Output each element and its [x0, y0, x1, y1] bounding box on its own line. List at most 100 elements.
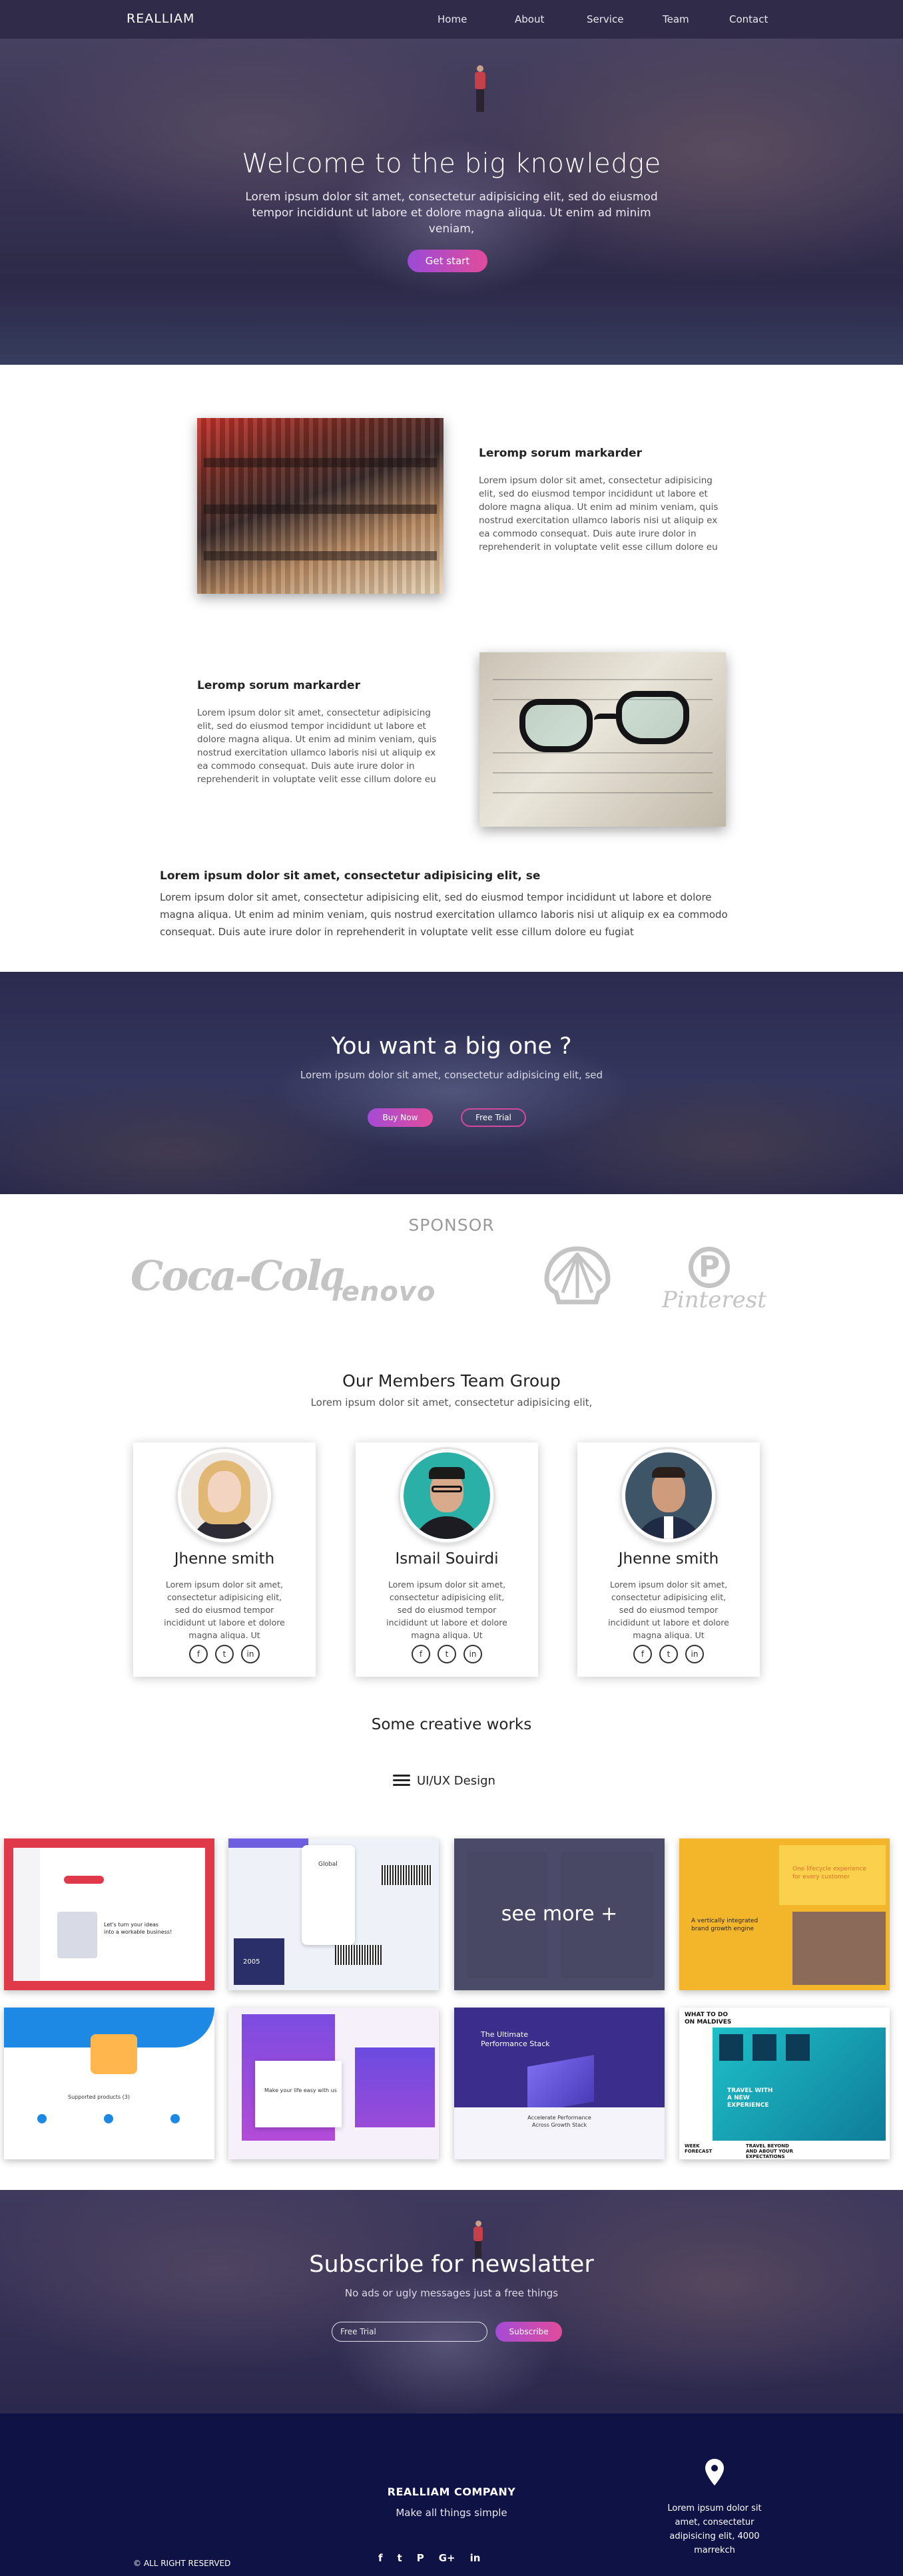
avatar	[178, 1449, 271, 1542]
feature-2-heading: Leromp sorum markarder	[197, 679, 360, 692]
tile-text: WHAT TO DO	[685, 2012, 729, 2018]
hero-section: Welcome to the big knowledge Lorem ipsum…	[0, 39, 903, 365]
copyright-text: © ALL RIGHT RESERVED	[133, 2559, 231, 2568]
linkedin-icon[interactable]: in	[685, 1645, 704, 1663]
newsletter-section: Subscribe for newslatter No ads or ugly …	[0, 2190, 903, 2414]
work-tile[interactable]: One lifecycle experience for every custo…	[679, 1838, 890, 1990]
member-bio: Lorem ipsum dolor sit amet, consectetur …	[608, 1580, 729, 1640]
work-tile[interactable]: Global 2005	[228, 1838, 439, 1990]
works-filter[interactable]: UI/UX Design	[393, 1773, 495, 1789]
linkedin-icon[interactable]: in	[470, 2552, 481, 2564]
tile-text: brand growth engine	[691, 1926, 754, 1932]
member-socials: f t in	[577, 1645, 760, 1663]
tile-text: for every customer	[792, 1874, 850, 1880]
tile-text: Make your life easy with us	[264, 2087, 337, 2093]
tile-text: A NEW	[727, 2095, 750, 2101]
linkedin-icon[interactable]: in	[241, 1645, 260, 1663]
hero-title: Welcome to the big knowledge	[242, 148, 661, 179]
tile-text: EXPECTATIONS	[746, 2154, 785, 2159]
avatar	[622, 1449, 715, 1542]
tile-text: The Ultimate	[481, 2030, 528, 2039]
nav-link-about[interactable]: About	[515, 13, 544, 25]
avatar	[400, 1449, 493, 1542]
team-card: Jhenne smith Lorem ipsum dolor sit amet,…	[577, 1442, 760, 1677]
sponsor-heading: SPONSOR	[408, 1215, 495, 1235]
footer-socials: f t P G+ in	[378, 2552, 480, 2564]
works-filter-label[interactable]: UI/UX Design	[417, 1774, 495, 1788]
facebook-icon[interactable]: f	[633, 1645, 652, 1663]
pinterest-icon[interactable]: P	[417, 2552, 424, 2564]
footer: REALLIAM COMPANY Make all things simple …	[0, 2414, 903, 2576]
feature-2-text: Lorem ipsum dolor sit amet, consectetur …	[197, 708, 437, 785]
top-navbar: REALLIAM Home About Service Team Contact	[0, 0, 903, 39]
tile-text: Performance Stack	[481, 2039, 550, 2048]
tile-text: EXPERIENCE	[727, 2102, 769, 2109]
lenovo-logo: lenovo	[332, 1277, 436, 1307]
linkedin-icon[interactable]: in	[463, 1645, 482, 1663]
work-tile[interactable]: WHAT TO DO ON MALDIVES TRAVEL WITH A NEW…	[679, 2008, 890, 2159]
buy-now-button[interactable]: Buy Now	[368, 1108, 433, 1127]
work-tile[interactable]: Let's turn your ideas into a workable bu…	[4, 1838, 214, 1990]
get-start-button[interactable]: Get start	[408, 250, 487, 272]
cta-banner: You want a big one ? Lorem ipsum dolor s…	[0, 972, 903, 1194]
bookstore-image	[197, 418, 444, 594]
newsletter-subtitle: No ads or ugly messages just a free thin…	[344, 2287, 559, 2299]
newsletter-title: Subscribe for newslatter	[309, 2251, 594, 2278]
newsletter-email-input[interactable]	[332, 2322, 487, 2342]
team-heading: Our Members Team Group	[342, 1371, 561, 1391]
tile-text: 2005	[243, 1958, 260, 1966]
team-subtitle: Lorem ipsum dolor sit amet, consectetur …	[310, 1396, 593, 1408]
footer-company-name: REALLIAM COMPANY	[387, 2485, 516, 2498]
location-pin-icon	[705, 2459, 725, 2485]
tile-text: TRAVEL BEYOND	[746, 2143, 789, 2149]
member-name: Jhenne smith	[618, 1550, 719, 1568]
nav-link-home[interactable]: Home	[438, 13, 467, 25]
intro-heading: Lorem ipsum dolor sit amet, consectetur …	[160, 869, 541, 883]
hero-person-figure	[474, 65, 486, 112]
work-tile[interactable]: see more +	[454, 1838, 665, 1990]
tile-text: Global	[318, 1861, 338, 1868]
subscribe-button[interactable]: Subscribe	[495, 2322, 562, 2342]
tile-text: Accelerate Performance	[527, 2115, 591, 2121]
intro-paragraph: Lorem ipsum dolor sit amet, consectetur …	[160, 891, 728, 938]
tile-text: into a workable business!	[104, 1929, 172, 1935]
hero-subtitle: Lorem ipsum dolor sit amet, consectetur …	[245, 190, 658, 236]
work-tile[interactable]: Make your life easy with us	[228, 2008, 439, 2159]
nav-link-team[interactable]: Team	[663, 13, 689, 25]
works-heading: Some creative works	[371, 1716, 532, 1733]
work-tile[interactable]: Supported products (3)	[4, 2008, 214, 2159]
tile-text: A vertically integrated	[691, 1918, 758, 1924]
twitter-icon[interactable]: t	[438, 1645, 456, 1663]
member-name: Jhenne smith	[174, 1550, 275, 1568]
member-socials: f t in	[133, 1645, 316, 1663]
footer-address: Lorem ipsum dolor sit amet, consectetur …	[667, 2503, 762, 2555]
cta-subtitle: Lorem ipsum dolor sit amet, consectetur …	[300, 1069, 603, 1081]
member-bio: Lorem ipsum dolor sit amet, consectetur …	[164, 1580, 285, 1640]
nav-link-service[interactable]: Service	[587, 13, 623, 25]
member-bio: Lorem ipsum dolor sit amet, consectetur …	[386, 1580, 507, 1640]
menu-icon[interactable]	[393, 1775, 410, 1787]
feature-1-text: Lorem ipsum dolor sit amet, consectetur …	[479, 475, 719, 552]
tile-text: One lifecycle experience	[792, 1866, 866, 1872]
tile-text: FORECAST	[685, 2149, 713, 2154]
work-tile[interactable]: The Ultimate Performance Stack Accelerat…	[454, 2008, 665, 2159]
member-socials: f t in	[356, 1645, 538, 1663]
tile-text: Across Growth Stack	[531, 2122, 587, 2128]
see-more-overlay[interactable]: see more +	[454, 1838, 665, 1990]
cta-title: You want a big one ?	[331, 1033, 572, 1060]
coca-cola-logo: Coca-Cola	[131, 1251, 347, 1300]
nav-link-contact[interactable]: Contact	[729, 13, 768, 25]
team-card: Ismail Souirdi Lorem ipsum dolor sit ame…	[356, 1442, 538, 1677]
google-plus-icon[interactable]: G+	[439, 2552, 455, 2564]
facebook-icon[interactable]: f	[412, 1645, 430, 1663]
facebook-icon[interactable]: f	[378, 2552, 383, 2564]
free-trial-button[interactable]: Free Trial	[461, 1108, 526, 1127]
brand-logo[interactable]: REALLIAM	[127, 11, 194, 26]
twitter-icon[interactable]: t	[215, 1645, 234, 1663]
facebook-icon[interactable]: f	[189, 1645, 208, 1663]
pinterest-logo: P Pinterest	[662, 1247, 766, 1313]
twitter-icon[interactable]: t	[659, 1645, 678, 1663]
glasses-on-book-image	[479, 652, 726, 827]
twitter-icon[interactable]: t	[398, 2552, 402, 2564]
tile-text: WEEK	[685, 2143, 700, 2149]
